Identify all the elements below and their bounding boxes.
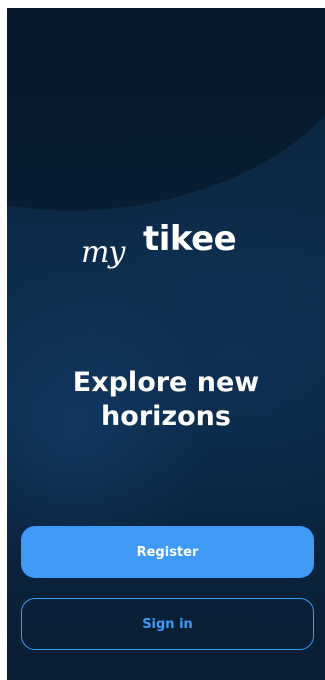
sign-in-button-label: Sign in bbox=[142, 616, 193, 632]
mytikee-logo: my tikee bbox=[7, 213, 325, 293]
headline-line-1: Explore new bbox=[72, 367, 260, 398]
register-button[interactable]: Register bbox=[21, 526, 314, 578]
headline-line-2: horizons bbox=[101, 401, 231, 432]
logo-script-text: my bbox=[81, 235, 125, 270]
logo-word-text: tikee bbox=[143, 219, 237, 259]
welcome-screen: my tikee Explore new horizons Register S… bbox=[7, 8, 325, 680]
background-wave bbox=[7, 8, 325, 243]
sign-in-button[interactable]: Sign in bbox=[21, 598, 314, 650]
register-button-label: Register bbox=[136, 544, 199, 560]
headline: Explore new horizons bbox=[17, 366, 315, 434]
